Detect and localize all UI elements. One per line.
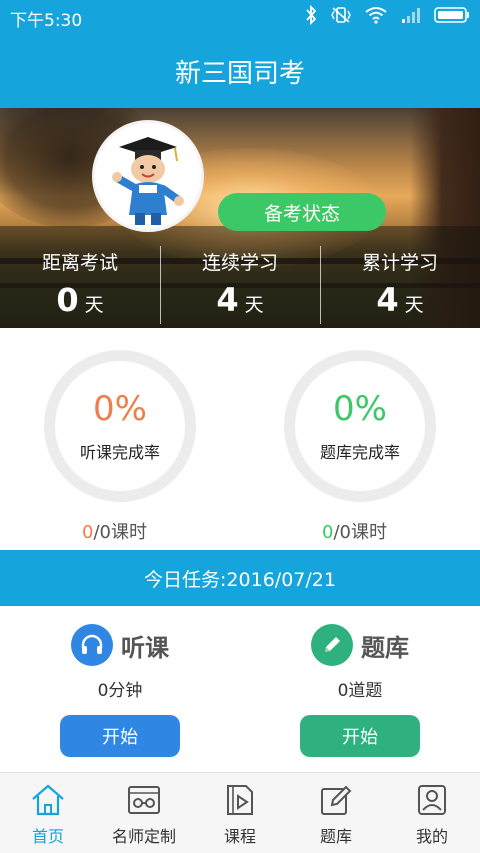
stat-label: 距离考试 (41, 252, 118, 274)
status-icons (304, 4, 470, 29)
nav-label: 题库 (319, 827, 352, 846)
today-task-title: 今日任务:2016/07/21 (144, 568, 336, 591)
headphones-icon (71, 624, 113, 666)
nav-item-mine[interactable]: 我的 (384, 773, 480, 853)
status-bar: 下午5:30 (0, 0, 480, 34)
stat-value: 4 (376, 281, 399, 319)
lecture-completion-percent: 0% (93, 389, 147, 429)
lecture-hours-total: /0课时 (93, 522, 147, 543)
task-question-bank: 题库 0道题 开始 (280, 624, 440, 757)
stat-unit: 天 (404, 294, 424, 316)
start-lecture-button[interactable]: 开始 (60, 715, 180, 757)
lecture-hours-done: 0 (82, 522, 94, 543)
wifi-icon (364, 5, 388, 29)
home-icon (0, 781, 96, 819)
mascot-icon (112, 137, 184, 225)
stat-unit: 天 (244, 294, 264, 316)
question-completion-ring: 0% 题库完成率 (284, 350, 436, 502)
stat-consecutive-study: 连续学习 4天 (160, 240, 320, 328)
lecture-completion-ring: 0% 听课完成率 (44, 350, 196, 502)
glasses-icon (96, 781, 192, 819)
avatar[interactable] (92, 120, 204, 232)
task-lecture-minutes: 0分钟 (97, 681, 143, 701)
task-lecture: 听课 0分钟 开始 (40, 624, 200, 757)
task-lecture-title: 听课 (121, 633, 169, 662)
question-hours: 0/0课时 (322, 518, 387, 544)
question-completion-label: 题库完成率 (319, 443, 400, 462)
stat-days-to-exam: 距离考试 0天 (0, 240, 160, 328)
signal-icon (400, 6, 422, 28)
app-title-bar: 新三国司考 (0, 34, 480, 108)
nav-item-teacher[interactable]: 名师定制 (96, 773, 192, 853)
edit-icon (288, 781, 384, 819)
battery-icon (434, 6, 470, 28)
nav-label: 首页 (31, 827, 64, 846)
question-completion-percent: 0% (333, 389, 387, 429)
pencil-icon (311, 624, 353, 666)
nav-label: 名师定制 (111, 827, 176, 846)
bluetooth-icon (304, 4, 318, 29)
nav-item-courses[interactable]: 课程 (192, 773, 288, 853)
today-tasks: 听课 0分钟 开始 题库 0道题 开始 (0, 606, 480, 772)
stat-total-study: 累计学习 4天 (320, 240, 480, 328)
nav-label: 课程 (223, 827, 256, 846)
nav-item-home[interactable]: 首页 (0, 773, 96, 853)
completion-rings: 0% 听课完成率 0/0课时 0% 题库完成率 0/0课时 (0, 328, 480, 550)
question-hours-total: /0课时 (333, 522, 387, 543)
nav-item-question-bank[interactable]: 题库 (288, 773, 384, 853)
stat-label: 连续学习 (201, 252, 278, 274)
lecture-completion-label: 听课完成率 (79, 443, 160, 462)
task-question-title: 题库 (361, 633, 409, 662)
bottom-nav: 首页 名师定制 课程 题库 我的 (0, 772, 480, 853)
profile-icon (384, 781, 480, 819)
lecture-hours: 0/0课时 (82, 518, 147, 544)
today-task-bar: 今日任务:2016/07/21 (0, 550, 480, 606)
nav-label: 我的 (415, 827, 448, 846)
exam-status-button[interactable]: 备考状态 (218, 193, 386, 231)
page-title: 新三国司考 (174, 58, 305, 89)
video-icon (192, 781, 288, 819)
vibrate-icon (330, 5, 352, 29)
question-hours-done: 0 (322, 522, 334, 543)
start-question-button[interactable]: 开始 (300, 715, 420, 757)
stat-value: 0 (56, 281, 79, 319)
status-time: 下午5:30 (10, 11, 83, 31)
banner: 备考状态 距离考试 0天 连续学习 4天 累计学习 4天 (0, 108, 480, 328)
stat-label: 累计学习 (361, 252, 438, 274)
task-question-count: 0道题 (337, 681, 383, 701)
stat-value: 4 (216, 281, 239, 319)
stat-unit: 天 (84, 294, 104, 316)
study-stats: 距离考试 0天 连续学习 4天 累计学习 4天 (0, 240, 480, 328)
